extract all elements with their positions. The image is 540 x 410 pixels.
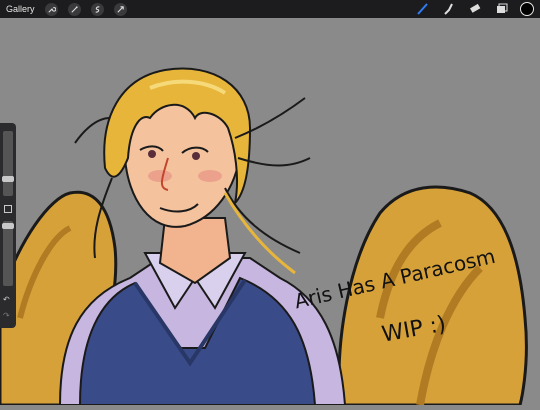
brush-size-thumb[interactable] xyxy=(2,176,14,182)
magic-wand-icon[interactable] xyxy=(67,2,81,16)
gallery-button[interactable]: Gallery xyxy=(6,4,35,14)
modify-square-icon[interactable] xyxy=(4,205,12,213)
eraser-icon[interactable] xyxy=(468,2,482,16)
brush-icon[interactable] xyxy=(416,2,430,16)
transform-arrow-icon[interactable] xyxy=(113,2,127,16)
redo-icon[interactable]: ↷ xyxy=(3,311,10,320)
top-toolbar: Gallery xyxy=(0,0,540,18)
undo-icon[interactable]: ↶ xyxy=(3,295,10,304)
color-picker-button[interactable] xyxy=(520,2,534,16)
artwork xyxy=(0,67,528,407)
layers-icon[interactable] xyxy=(494,2,508,16)
right-tools xyxy=(416,2,534,16)
selection-icon[interactable] xyxy=(90,2,104,16)
drawing-canvas[interactable]: Aris Has A Paracosm WIP :) xyxy=(0,18,540,407)
brush-size-slider[interactable] xyxy=(2,131,14,196)
opacity-slider[interactable] xyxy=(2,221,14,286)
wrench-icon[interactable] xyxy=(44,2,58,16)
opacity-thumb[interactable] xyxy=(2,223,14,229)
left-sidebar: ↶ ↷ xyxy=(0,123,16,328)
smudge-icon[interactable] xyxy=(442,2,456,16)
